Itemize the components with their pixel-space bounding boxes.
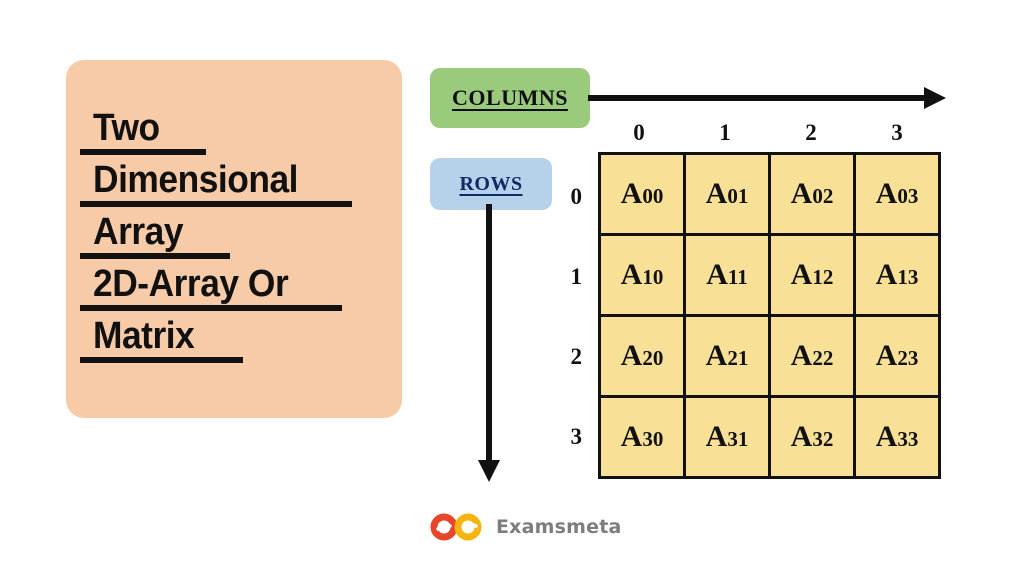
matrix-cell[interactable]: A11: [683, 233, 771, 317]
matrix-cell[interactable]: A00: [598, 152, 686, 236]
brand-name: Examsmeta: [496, 516, 622, 538]
matrix-cell[interactable]: A30: [598, 395, 686, 479]
column-index-2: 2: [805, 120, 817, 145]
cell-base: A: [790, 339, 813, 372]
rows-label-chip: ROWS: [430, 158, 552, 210]
cell-subscript: 03: [897, 184, 919, 208]
cell-subscript: 12: [812, 265, 834, 289]
cell-base: A: [706, 258, 728, 291]
cell-subscript: 10: [642, 265, 664, 289]
cell-subscript: 23: [897, 346, 919, 370]
cell-subscript: 00: [642, 184, 664, 208]
title-line-text: Matrix: [93, 315, 195, 357]
matrix-row: A10 A11 A12 A13: [598, 233, 941, 317]
columns-arrow-right-icon: [588, 87, 946, 109]
row-index-2: 2: [570, 344, 583, 369]
title-line: Array: [80, 212, 390, 264]
cell-base: A: [875, 258, 898, 291]
brand-footer: Examsmeta: [430, 508, 621, 546]
row-index-3: 3: [570, 424, 583, 449]
matrix-cell[interactable]: A12: [768, 233, 856, 317]
title-line-text: Dimensional: [93, 159, 299, 201]
cell-base: A: [875, 339, 898, 372]
cell-subscript: 20: [642, 346, 664, 370]
cell-base: A: [705, 177, 728, 210]
cell-base: A: [620, 420, 643, 453]
cell-subscript: 11: [727, 265, 748, 289]
column-index-0: 0: [633, 120, 645, 145]
row-index-1: 1: [570, 264, 583, 289]
cell-base: A: [875, 177, 898, 210]
cell-subscript: 31: [727, 427, 749, 451]
title-line: Matrix: [80, 316, 390, 368]
cell-subscript: 21: [727, 346, 749, 370]
matrix-cell[interactable]: A01: [683, 152, 771, 236]
column-index-1: 1: [719, 120, 731, 145]
rows-label-text: ROWS: [459, 172, 523, 195]
matrix-cell[interactable]: A20: [598, 314, 686, 398]
slide-canvas: Two Dimensional Array 2D-Array Or Matrix…: [0, 0, 1024, 576]
matrix-cell[interactable]: A02: [768, 152, 856, 236]
columns-label-text: COLUMNS: [452, 85, 568, 110]
cell-base: A: [790, 258, 813, 291]
cell-subscript: 02: [812, 184, 834, 208]
title-line: 2D-Array Or: [80, 264, 390, 316]
cell-base: A: [790, 420, 813, 453]
cell-subscript: 13: [897, 265, 919, 289]
cell-base: A: [875, 420, 898, 453]
row-index-0: 0: [570, 184, 583, 209]
title-line-text: Array: [93, 211, 184, 253]
title-underline: [80, 357, 243, 363]
cell-subscript: 33: [897, 427, 919, 451]
matrix-cell[interactable]: A21: [683, 314, 771, 398]
cell-base: A: [705, 339, 728, 372]
cell-base: A: [620, 177, 643, 210]
matrix-cell[interactable]: A33: [853, 395, 941, 479]
title-panel: Two Dimensional Array 2D-Array Or Matrix: [66, 60, 402, 418]
matrix-cell[interactable]: A10: [598, 233, 686, 317]
matrix-cell[interactable]: A22: [768, 314, 856, 398]
title-line: Dimensional: [80, 160, 390, 212]
title-underline: [80, 253, 230, 259]
columns-label-chip: COLUMNS: [430, 68, 590, 128]
title-line: Two: [80, 108, 390, 160]
title-line-text: Two: [93, 107, 160, 149]
matrix-cell[interactable]: A23: [853, 314, 941, 398]
rows-arrow-down-icon: [478, 204, 500, 482]
title-underline: [80, 149, 206, 155]
title-underline: [80, 305, 342, 311]
matrix-cell[interactable]: A32: [768, 395, 856, 479]
cell-base: A: [620, 339, 643, 372]
cell-subscript: 22: [812, 346, 834, 370]
matrix-grid: A00 A01 A02 A03 A10 A11 A12 A13 A20 A21 …: [598, 152, 941, 479]
title-line-text: 2D-Array Or: [93, 263, 289, 305]
title-underline: [80, 201, 352, 207]
column-index-3: 3: [891, 120, 903, 145]
matrix-row: A20 A21 A22 A23: [598, 314, 941, 398]
matrix-cell[interactable]: A03: [853, 152, 941, 236]
cell-base: A: [705, 420, 728, 453]
matrix-row: A30 A31 A32 A33: [598, 395, 941, 479]
matrix-cell[interactable]: A13: [853, 233, 941, 317]
matrix-row: A00 A01 A02 A03: [598, 152, 941, 236]
matrix-cell[interactable]: A31: [683, 395, 771, 479]
cell-base: A: [790, 177, 813, 210]
cell-base: A: [620, 258, 643, 291]
cell-subscript: 32: [812, 427, 834, 451]
cell-subscript: 30: [642, 427, 664, 451]
cell-subscript: 01: [727, 184, 749, 208]
examsmeta-infinity-logo-icon: [430, 513, 482, 541]
